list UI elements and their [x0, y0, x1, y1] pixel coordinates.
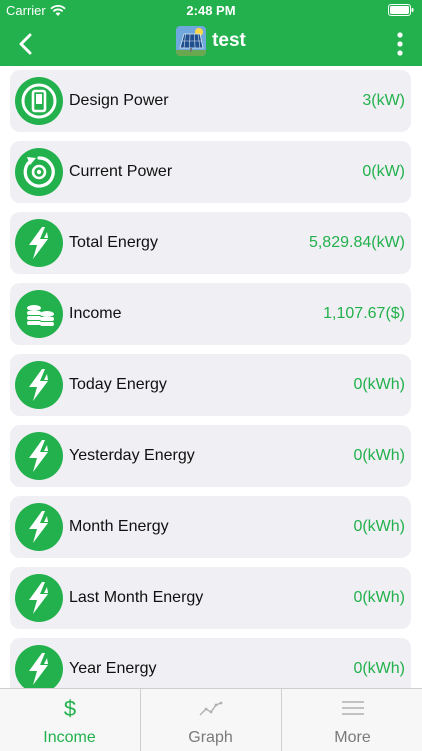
stat-label: Total Energy — [69, 234, 158, 251]
stat-value: 0(kWh) — [353, 589, 405, 606]
stat-card-year-energy[interactable]: Year Energy 0(kWh) — [10, 638, 411, 688]
stat-label: Design Power — [69, 92, 169, 109]
stat-card-last-month-energy[interactable]: Last Month Energy 0(kWh) — [10, 567, 411, 629]
tab-label: Graph — [188, 729, 233, 746]
stat-label: Month Energy — [69, 518, 169, 535]
stat-card-total-energy[interactable]: Total Energy 5,829.84(kW) — [10, 212, 411, 274]
energy-bolt-icon — [15, 361, 63, 409]
stat-value: 0(kWh) — [353, 376, 405, 393]
status-bar: Carrier 2:48 PM — [0, 0, 422, 22]
status-time: 2:48 PM — [186, 3, 236, 18]
tab-label: More — [334, 729, 371, 746]
coins-icon — [15, 290, 63, 338]
stat-label: Income — [69, 305, 122, 322]
solar-panel-logo — [176, 26, 207, 56]
energy-bolt-icon — [15, 574, 63, 622]
stat-label: Current Power — [69, 163, 173, 180]
stat-card-current-power[interactable]: Current Power 0(kW) — [10, 141, 411, 203]
stat-value: 3(kW) — [362, 92, 405, 109]
stat-value: 1,107.67($) — [323, 305, 405, 322]
stat-card-today-energy[interactable]: Today Energy 0(kWh) — [10, 354, 411, 416]
title-group: test — [0, 26, 422, 56]
app-header: Carrier 2:48 PM test — [0, 0, 422, 66]
stats-list[interactable]: Design Power 3(kW) Current Power 0(kW) T… — [0, 66, 422, 688]
stat-label: Today Energy — [69, 376, 167, 393]
tab-more[interactable]: More — [281, 689, 422, 751]
vertical-ellipsis-icon — [397, 32, 403, 56]
stat-value: 0(kWh) — [353, 660, 405, 677]
tab-label: Income — [43, 729, 96, 746]
energy-bolt-icon — [15, 503, 63, 551]
tab-income[interactable]: $ Income — [0, 689, 139, 751]
stat-label: Yesterday Energy — [69, 447, 195, 464]
energy-bolt-icon — [15, 219, 63, 267]
tab-bar: $ Income Graph More — [0, 688, 422, 751]
stat-value: 5,829.84(kW) — [308, 234, 405, 251]
energy-bolt-icon — [15, 432, 63, 480]
stat-value: 0(kWh) — [353, 518, 405, 535]
current-power-icon — [15, 148, 63, 196]
line-chart-icon — [141, 693, 280, 723]
stat-card-income[interactable]: Income 1,107.67($) — [10, 283, 411, 345]
dollar-icon: $ — [0, 693, 139, 723]
stat-value: 0(kWh) — [353, 447, 405, 464]
energy-bolt-icon — [15, 645, 63, 688]
stat-label: Year Energy — [69, 660, 157, 677]
page-title: test — [212, 30, 246, 51]
hamburger-menu-icon — [282, 693, 422, 723]
stat-card-design-power[interactable]: Design Power 3(kW) — [10, 70, 411, 132]
stat-card-month-energy[interactable]: Month Energy 0(kWh) — [10, 496, 411, 558]
stat-value: 0(kW) — [362, 163, 405, 180]
tab-graph[interactable]: Graph — [140, 689, 280, 751]
navigation-bar: test — [0, 22, 422, 66]
stat-card-yesterday-energy[interactable]: Yesterday Energy 0(kWh) — [10, 425, 411, 487]
design-power-icon — [15, 77, 63, 125]
svg-text:$: $ — [63, 696, 75, 721]
more-options-button[interactable] — [392, 30, 408, 58]
stat-label: Last Month Energy — [69, 589, 204, 606]
battery-icon — [388, 4, 414, 19]
